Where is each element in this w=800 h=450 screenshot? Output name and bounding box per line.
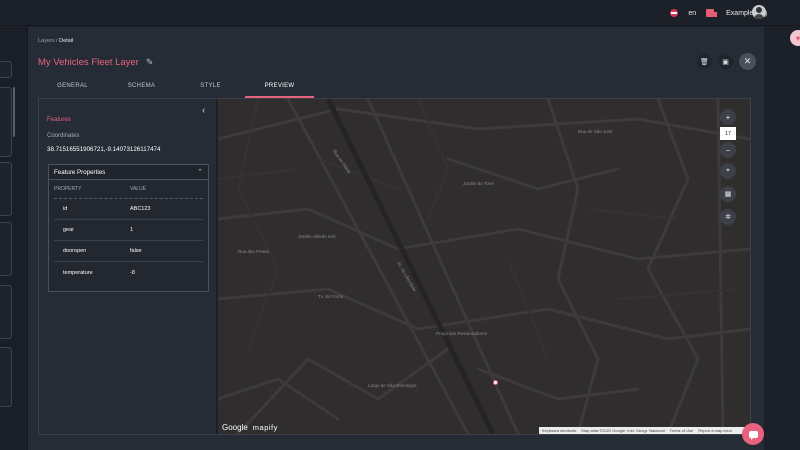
map-view[interactable]: Jardim do Torel Jardim Alfredo Keil Praç… (218, 99, 750, 434)
property-value: -8 (130, 269, 135, 276)
features-title: Features (47, 117, 71, 123)
page-title: My Vehicles Fleet Layer (38, 57, 139, 68)
trash-icon: 🗑 (700, 58, 709, 66)
rail-item[interactable] (0, 61, 12, 78)
save-icon: ▣ (722, 58, 729, 66)
title-row: My Vehicles Fleet Layer ✎ (38, 57, 153, 68)
keyboard-shortcuts-link[interactable]: Keyboard shortcuts (542, 428, 576, 433)
map-label: Rua de São José (578, 129, 613, 134)
feature-properties-card: Feature Properties ⌃ PROPERTY VALUE id A… (48, 164, 209, 292)
map-grid-icon: ▦ (724, 191, 732, 198)
rail-item[interactable] (0, 87, 12, 157)
left-rail (0, 27, 28, 450)
zoom-level: 17 (720, 127, 736, 140)
chevron-up-icon[interactable]: ⌃ (197, 168, 203, 176)
tab-preview[interactable]: PREVIEW (245, 77, 314, 98)
rail-item[interactable] (0, 162, 12, 216)
feature-marker[interactable] (493, 380, 498, 385)
map-label: Tv. do Forno (318, 294, 344, 299)
map-attribution: Keyboard shortcuts Map data ©2022 Google… (538, 427, 750, 434)
feature-panel: ‹ Features Coordinates 38.71516551906721… (39, 99, 217, 434)
property-name: id (63, 206, 68, 212)
column-value: VALUE (130, 186, 147, 192)
edit-icon[interactable]: ✎ (146, 57, 154, 68)
map-data-text: Map data ©2022 Google, Inst. Geogr. Naci… (581, 428, 665, 433)
property-name: temperature (63, 269, 93, 276)
language-selector[interactable]: en (688, 10, 696, 17)
close-button[interactable]: ✕ (739, 53, 756, 70)
report-error-link[interactable]: Report a map error (698, 428, 732, 433)
feature-properties-header[interactable]: Feature Properties ⌃ (49, 165, 208, 180)
zoom-control: + 17 − (720, 109, 736, 158)
table-row: dooropen false (54, 241, 203, 262)
rail-item[interactable] (0, 347, 12, 407)
table-row: temperature -8 (54, 262, 203, 283)
map-label: Praça dos Restauradores (436, 331, 488, 336)
chat-button[interactable] (742, 423, 764, 445)
breadcrumb-separator: / (56, 38, 58, 44)
table-header: PROPERTY VALUE (54, 180, 203, 199)
property-name: dooropen (63, 248, 87, 254)
rail-scrollbar[interactable] (13, 87, 15, 137)
top-bar: en Example Org (0, 0, 800, 26)
map-type-button[interactable]: ▦ (720, 186, 736, 202)
zoom-in-button[interactable]: + (720, 109, 736, 125)
breadcrumb-parent[interactable]: Layers (38, 38, 55, 44)
tab-general[interactable]: GENERAL (38, 77, 107, 97)
terms-link[interactable]: Terms of Use (670, 428, 694, 433)
rail-item[interactable] (0, 222, 12, 276)
rail-item[interactable] (0, 285, 12, 339)
heart-icon[interactable]: ♥ (790, 30, 800, 46)
map-streets (218, 99, 750, 434)
chevron-left-icon[interactable]: ‹ (202, 105, 205, 116)
delete-button[interactable]: 🗑 (697, 54, 712, 69)
flag-icon[interactable] (670, 9, 679, 17)
organization-icon (706, 9, 718, 17)
mapify-logo: mapify (252, 423, 278, 432)
tab-schema[interactable]: SCHEMA (107, 77, 176, 97)
property-value: false (130, 248, 142, 254)
table-row: id ABC123 (54, 199, 203, 220)
fit-icon: ⌖ (726, 167, 730, 174)
column-property: PROPERTY (54, 186, 82, 192)
locate-button[interactable]: ✲ (720, 209, 736, 225)
map-label: Jardim Alfredo Keil (298, 234, 336, 239)
map-label: Largo de São Domingos (368, 383, 417, 388)
map-branding: Google mapify (222, 423, 278, 432)
close-icon: ✕ (743, 56, 752, 66)
coordinates-value: 38.71516551906721,-9.14073126117474 (47, 146, 161, 153)
property-value: ABC123 (130, 206, 151, 212)
locate-icon: ✲ (725, 214, 731, 221)
map-label: Rua das Pretas (238, 249, 270, 254)
breadcrumb-current: Detail (59, 38, 74, 44)
table-row: gear 1 (54, 220, 203, 241)
tab-style[interactable]: STYLE (176, 77, 245, 97)
save-button[interactable]: ▣ (718, 54, 733, 69)
google-logo: Google (222, 423, 248, 432)
property-value: 1 (130, 227, 134, 233)
feature-properties-title: Feature Properties (54, 168, 106, 176)
fit-bounds-button[interactable]: ⌖ (720, 163, 736, 179)
preview-panel: ‹ Features Coordinates 38.71516551906721… (38, 98, 751, 435)
property-name: gear (63, 227, 75, 233)
main-content: Layers / Detail My Vehicles Fleet Layer … (28, 27, 764, 450)
avatar[interactable] (752, 5, 766, 19)
tab-bar: GENERAL SCHEMA STYLE PREVIEW (38, 77, 314, 98)
coordinates-label: Coordinates (47, 133, 80, 139)
zoom-out-button[interactable]: − (720, 142, 736, 158)
map-label: Jardim do Torel (463, 181, 494, 186)
breadcrumb: Layers / Detail (38, 38, 73, 44)
header-actions: 🗑 ▣ ✕ (697, 53, 756, 70)
